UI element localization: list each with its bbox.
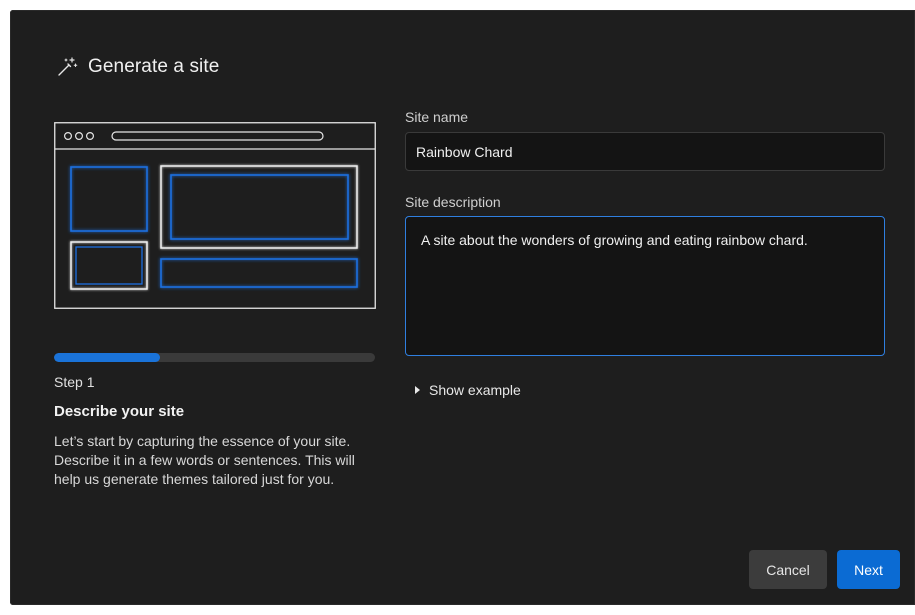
dialog-title: Generate a site bbox=[88, 56, 220, 77]
show-example-label: Show example bbox=[429, 382, 521, 398]
site-name-input[interactable] bbox=[405, 132, 885, 171]
magic-wand-icon bbox=[58, 57, 78, 76]
step-progress-bar bbox=[54, 353, 375, 362]
dialog-header: Generate a site bbox=[56, 56, 219, 78]
generate-site-dialog: Generate a site Step 1 Describe your sit… bbox=[10, 10, 915, 605]
site-description-textarea[interactable]: A site about the wonders of growing and … bbox=[405, 216, 885, 356]
step-title: Describe your site bbox=[54, 403, 185, 420]
step-label: Step 1 bbox=[54, 374, 95, 390]
show-example-toggle[interactable]: Show example bbox=[415, 382, 521, 398]
next-button[interactable]: Next bbox=[837, 550, 900, 589]
site-name-label: Site name bbox=[405, 109, 469, 125]
site-description-label: Site description bbox=[405, 194, 501, 210]
step-description: Let’s start by capturing the essence of … bbox=[54, 433, 355, 487]
site-layout-illustration bbox=[54, 122, 376, 309]
cancel-button[interactable]: Cancel bbox=[749, 550, 827, 589]
step-progress-fill bbox=[54, 353, 160, 362]
disclosure-triangle-icon bbox=[415, 386, 420, 394]
